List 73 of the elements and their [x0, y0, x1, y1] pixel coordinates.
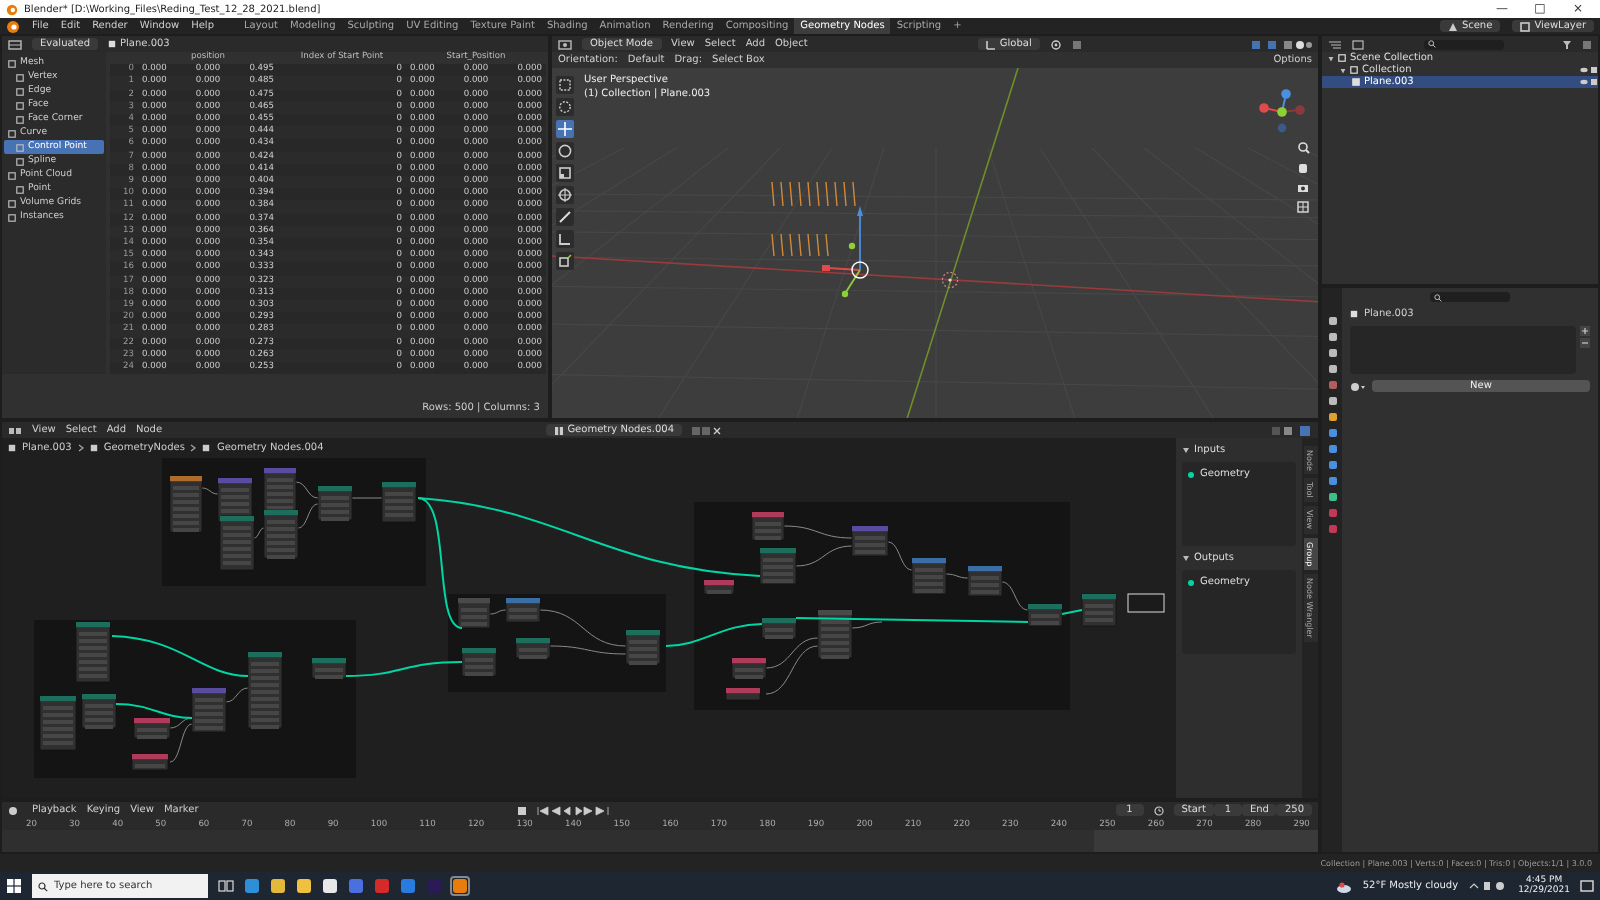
object-icon	[8, 444, 16, 452]
square-icon	[1350, 66, 1358, 74]
scale-icon[interactable]	[556, 164, 574, 182]
square-icon	[8, 213, 16, 221]
blender-icon[interactable]	[452, 878, 468, 894]
layers-icon	[1520, 21, 1531, 31]
object-icon	[1350, 310, 1358, 318]
cube-icon[interactable]	[556, 252, 574, 270]
socket-icon	[1188, 579, 1194, 585]
spreadsheet-icon[interactable]	[8, 39, 22, 49]
task-view-icon[interactable]	[218, 878, 234, 894]
square-icon	[8, 199, 16, 207]
display-mode-icon[interactable]	[1352, 39, 1364, 49]
rotate-icon[interactable]	[556, 142, 574, 160]
snap-icon[interactable]	[1049, 39, 1062, 49]
weather-icon[interactable]	[1336, 879, 1353, 893]
tray-icons[interactable]	[1468, 880, 1509, 892]
search-icon	[1434, 293, 1442, 301]
square-icon	[16, 115, 24, 123]
transform-icon[interactable]	[556, 186, 574, 204]
pencil-icon[interactable]	[556, 208, 574, 226]
node-tree-icon	[89, 444, 98, 452]
playback-controls-icon[interactable]	[518, 805, 615, 815]
add-remove-icon[interactable]	[1580, 326, 1590, 354]
chevron-icon	[77, 444, 84, 452]
node-tree-icon	[553, 425, 564, 435]
socket-icon	[1188, 471, 1194, 477]
notification-icon[interactable]	[1580, 879, 1594, 893]
square-icon	[16, 143, 24, 151]
ruler-icon[interactable]	[556, 230, 574, 248]
timeline-icon[interactable]	[8, 805, 22, 815]
visibility-icon[interactable]	[1580, 78, 1598, 86]
square-icon	[8, 59, 16, 67]
3d-cursor-icon[interactable]	[940, 270, 960, 290]
search-icon	[1427, 40, 1435, 48]
caret-icon[interactable]	[1182, 446, 1190, 454]
node-editor-icon[interactable]	[8, 425, 22, 435]
search-field[interactable]	[1430, 292, 1510, 302]
zoom-icon[interactable]	[1296, 140, 1310, 154]
square-icon	[16, 101, 24, 109]
axis-gizmo-icon[interactable]	[1258, 88, 1306, 136]
viewport-icon[interactable]	[558, 39, 572, 49]
chevron-icon	[190, 444, 197, 452]
move-icon[interactable]	[556, 120, 574, 138]
square-icon	[16, 73, 24, 81]
select-box-icon[interactable]	[556, 76, 574, 94]
folder-icon[interactable]	[296, 878, 312, 894]
new-collection-icon[interactable]	[1582, 39, 1592, 49]
search-icon	[38, 881, 48, 891]
camera-icon[interactable]	[1296, 180, 1310, 194]
square-icon	[8, 171, 16, 179]
square-icon	[1352, 78, 1360, 86]
cursor-icon[interactable]	[556, 98, 574, 116]
view-options-icon[interactable]	[1272, 425, 1312, 435]
axes-icon	[985, 39, 996, 49]
square-icon	[16, 185, 24, 193]
caret-icon[interactable]	[1182, 554, 1190, 562]
grid-icon[interactable]	[1296, 200, 1310, 214]
filter-icon[interactable]	[1562, 39, 1572, 49]
node-tree-icon	[202, 444, 211, 452]
material-icon[interactable]	[1350, 381, 1366, 391]
search-field[interactable]	[1423, 39, 1503, 49]
square-icon[interactable]	[1071, 39, 1082, 49]
object-icon	[108, 40, 117, 48]
square-icon	[16, 87, 24, 95]
outliner-icon[interactable]	[1328, 39, 1342, 49]
square-icon	[8, 129, 16, 137]
square-icon	[16, 157, 24, 165]
clock-icon	[1153, 805, 1164, 815]
shading-toolbar-icon[interactable]	[1252, 39, 1312, 49]
square-icon	[1338, 54, 1346, 62]
windows-start-icon[interactable]	[6, 878, 22, 894]
visibility-icon[interactable]	[1580, 66, 1598, 74]
